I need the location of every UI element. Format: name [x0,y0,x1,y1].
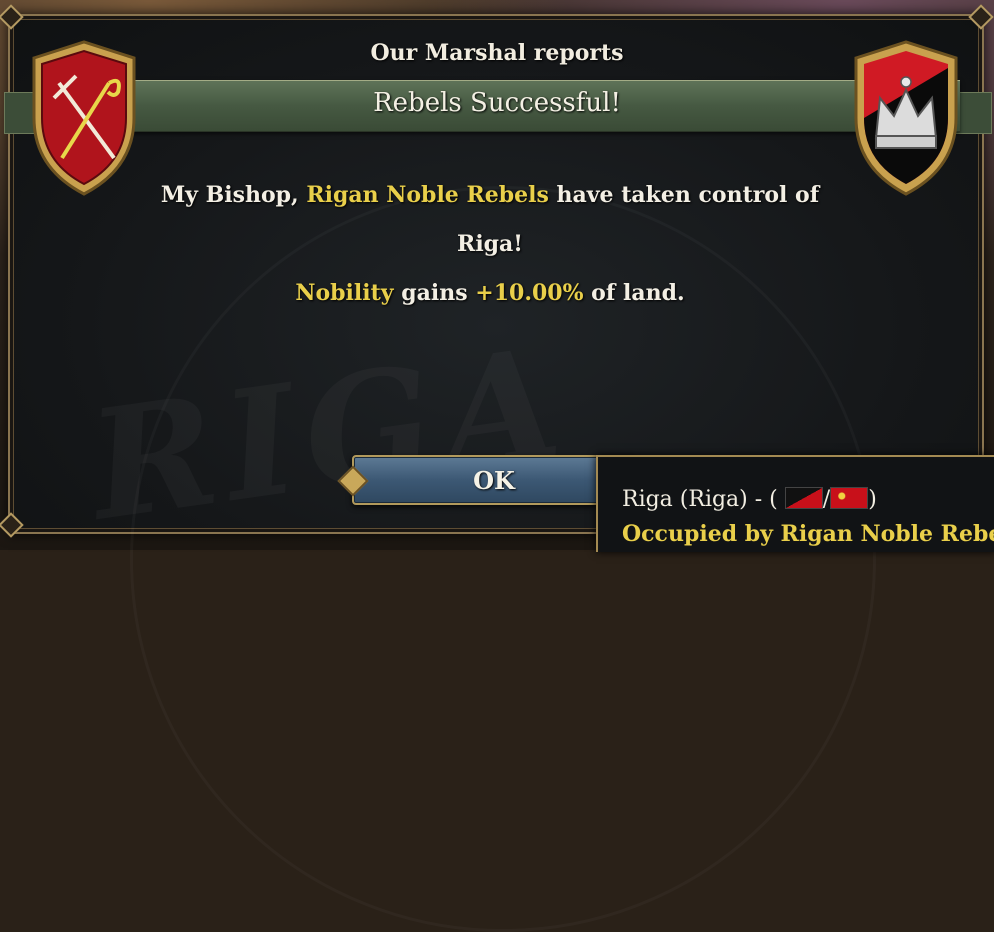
text-segment: gains [393,280,476,306]
tooltip-location-text: Riga (Riga) - ( [622,487,778,512]
tooltip-status: Occupied by Rigan Noble Rebels [622,521,994,547]
province-tooltip: Riga (Riga) - ( /) Occupied by Rigan Nob… [596,455,994,552]
ok-button-label: OK [473,466,515,495]
estate-name: Nobility [295,280,394,306]
text-segment: of land. [583,280,685,306]
owner-flag-icon [830,487,869,509]
rebel-flag-icon [784,487,823,509]
crown-icon [854,40,958,196]
tooltip-location: Riga (Riga) - ( /) [622,487,877,512]
text-segment: have taken control of [548,182,820,208]
event-description-line-2: Riga! [150,231,830,257]
ok-button[interactable]: OK [337,455,651,505]
crossed-sword-and-crozier-icon [32,40,136,196]
text-segment: My Bishop, [160,182,307,208]
event-description-line-1: My Bishop, Rigan Noble Rebels have taken… [150,182,830,208]
event-subtitle: Our Marshal reports [370,40,624,66]
tooltip-separator: / [822,487,831,512]
tooltip-suffix: ) [868,487,877,512]
land-gain-value: +10.00% [475,280,584,306]
event-effect-line: Nobility gains +10.00% of land. [150,280,830,306]
event-title: Rebels Successful! [373,88,621,118]
province-name: Riga! [457,231,523,257]
rebel-faction-link[interactable]: Rigan Noble Rebels [306,182,549,208]
